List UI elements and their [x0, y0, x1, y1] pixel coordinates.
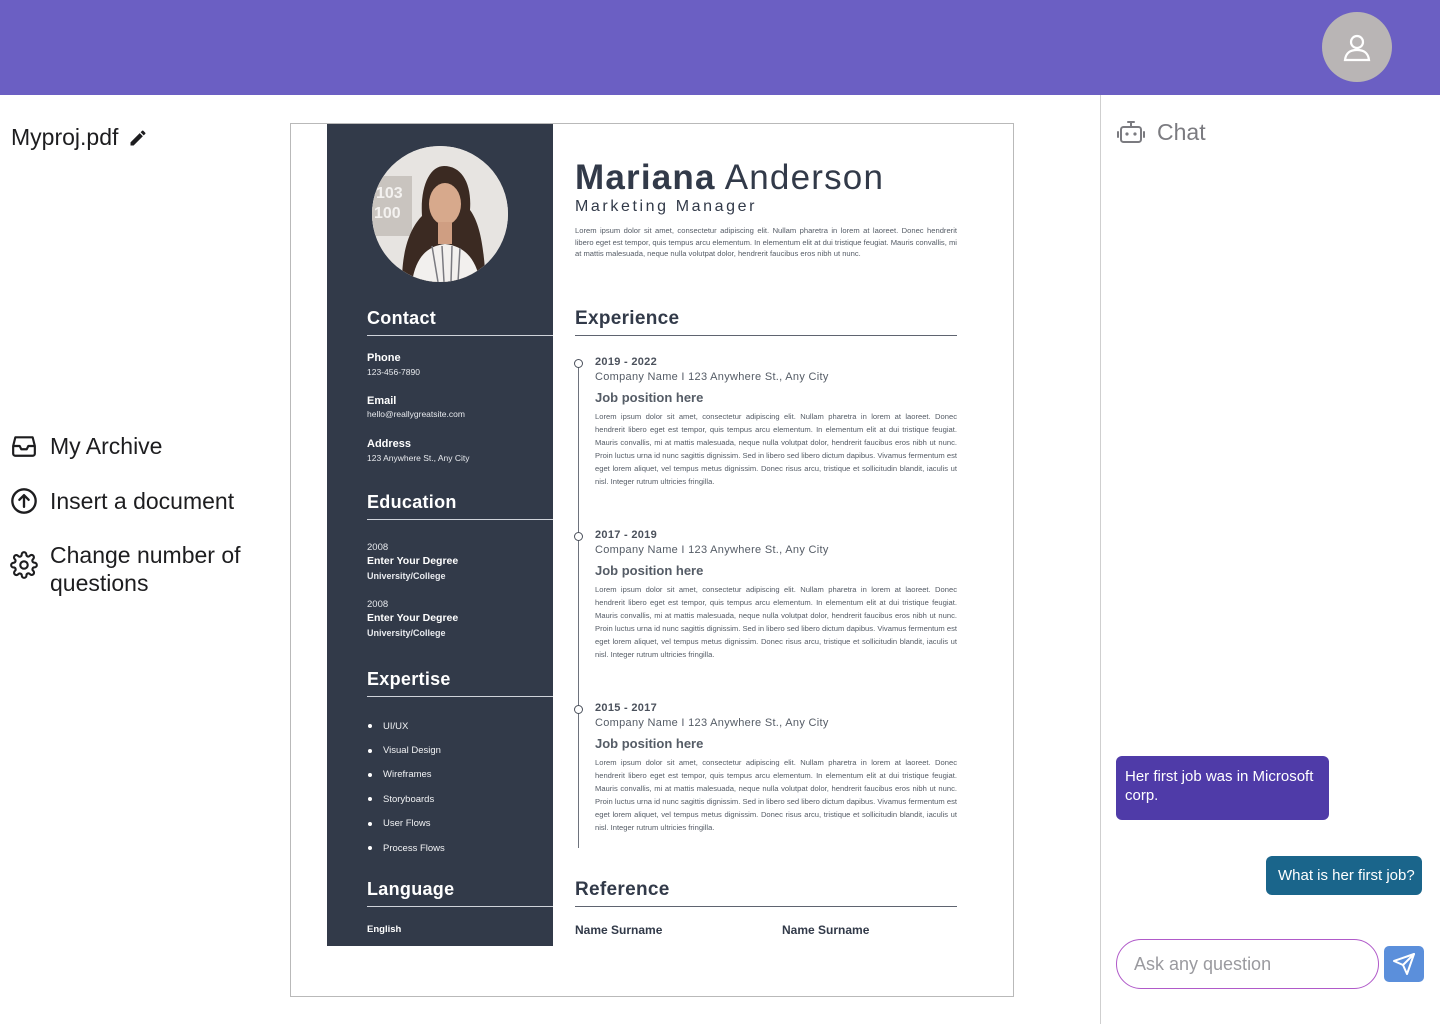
top-bar [0, 0, 1440, 95]
list-item: Process Flows [367, 836, 445, 860]
chat-header: Chat [1117, 118, 1206, 146]
resume-intro: Lorem ipsum dolor sit amet, consectetur … [575, 226, 957, 259]
reference-name: Name Surname [782, 923, 870, 937]
phone-label: Phone [367, 352, 401, 364]
job-position: Job position here [595, 390, 704, 405]
sidebar-item-change-questions[interactable]: Change number of questions [10, 541, 260, 597]
svg-text:103: 103 [376, 185, 403, 202]
education-degree: Enter Your Degree [367, 612, 459, 624]
pencil-icon[interactable] [128, 128, 148, 148]
expertise-heading: Expertise [367, 669, 451, 689]
file-title: Myproj.pdf [11, 124, 148, 151]
resume-name: Mariana Anderson [575, 158, 884, 198]
job-company: Company Name I 123 Anywhere St., Any Cit… [595, 544, 829, 556]
email-value: hello@reallygreatsite.com [367, 409, 465, 419]
chat-title: Chat [1157, 118, 1206, 145]
phone-value: 123-456-7890 [367, 367, 420, 377]
address-label: Address [367, 438, 412, 450]
timeline-dot [574, 359, 583, 368]
gear-icon [10, 551, 38, 579]
divider [575, 335, 957, 336]
education-school: University/College [367, 571, 446, 581]
user-avatar[interactable] [1322, 12, 1392, 82]
resume-main: Mariana Anderson Marketing Manager Lorem… [574, 124, 957, 946]
list-item: User Flows [367, 812, 445, 836]
education-degree: Enter Your Degree [367, 555, 459, 567]
job-position: Job position here [595, 563, 704, 578]
divider [575, 906, 957, 907]
sidebar-item-label: My Archive [50, 433, 163, 459]
resume-sidebar: 103 100 Contact Phone 123-456-7890 Email… [327, 124, 553, 946]
document-preview[interactable]: 103 100 Contact Phone 123-456-7890 Email… [290, 123, 1014, 997]
svg-text:100: 100 [374, 205, 401, 222]
job-company: Company Name I 123 Anywhere St., Any Cit… [595, 717, 829, 729]
expertise-list: UI/UX Visual Design Wireframes Storyboar… [367, 714, 445, 860]
question-input[interactable] [1116, 939, 1379, 989]
email-label: Email [367, 395, 397, 407]
timeline-dot [574, 705, 583, 714]
divider [367, 906, 553, 907]
panel-divider [1100, 95, 1101, 1024]
first-name: Mariana [575, 158, 716, 197]
robot-icon [1117, 121, 1145, 143]
timeline-line [578, 364, 579, 848]
send-icon [1393, 953, 1415, 975]
divider [367, 696, 553, 697]
send-button[interactable] [1384, 946, 1424, 982]
user-message: What is her first job? [1266, 856, 1422, 895]
job-description: Lorem ipsum dolor sit amet, consectetur … [595, 412, 957, 486]
language-item: English [367, 924, 402, 935]
job-years: 2019 - 2022 [595, 356, 658, 368]
file-name: Myproj.pdf [11, 124, 119, 150]
bot-message: Her first job was in Microsoft corp. [1116, 756, 1329, 820]
sidebar-item-insert-document[interactable]: Insert a document [10, 487, 234, 515]
address-value: 123 Anywhere St., Any City [367, 453, 470, 463]
education-year: 2008 [367, 542, 389, 553]
education-school: University/College [367, 628, 446, 638]
list-item: Wireframes [367, 763, 445, 787]
job-years: 2015 - 2017 [595, 702, 658, 714]
sidebar-item-archive[interactable]: My Archive [10, 432, 162, 460]
profile-photo: 103 100 [372, 146, 508, 282]
reference-name: Name Surname [575, 923, 663, 937]
divider [367, 519, 553, 520]
timeline-dot [574, 532, 583, 541]
sidebar-item-label: Insert a document [50, 488, 235, 514]
list-item: UI/UX [367, 714, 445, 738]
experience-heading: Experience [575, 308, 680, 329]
last-name: Anderson [724, 158, 885, 197]
reference-heading: Reference [575, 879, 670, 900]
education-year: 2008 [367, 599, 389, 610]
divider [367, 335, 553, 336]
sidebar-item-label: Change number of questions [50, 542, 241, 596]
inbox-icon [10, 432, 38, 460]
resume-page: 103 100 Contact Phone 123-456-7890 Email… [327, 124, 987, 946]
job-position: Job position here [595, 736, 704, 751]
resume-role: Marketing Manager [575, 198, 758, 215]
contact-heading: Contact [367, 308, 437, 328]
job-company: Company Name I 123 Anywhere St., Any Cit… [595, 371, 829, 383]
cloud-upload-icon [10, 487, 38, 515]
user-icon [1343, 34, 1371, 62]
language-heading: Language [367, 879, 455, 899]
list-item: Storyboards [367, 787, 445, 811]
job-years: 2017 - 2019 [595, 529, 658, 541]
job-description: Lorem ipsum dolor sit amet, consectetur … [595, 585, 957, 659]
list-item: Visual Design [367, 738, 445, 762]
job-description: Lorem ipsum dolor sit amet, consectetur … [595, 758, 957, 832]
education-heading: Education [367, 492, 457, 512]
